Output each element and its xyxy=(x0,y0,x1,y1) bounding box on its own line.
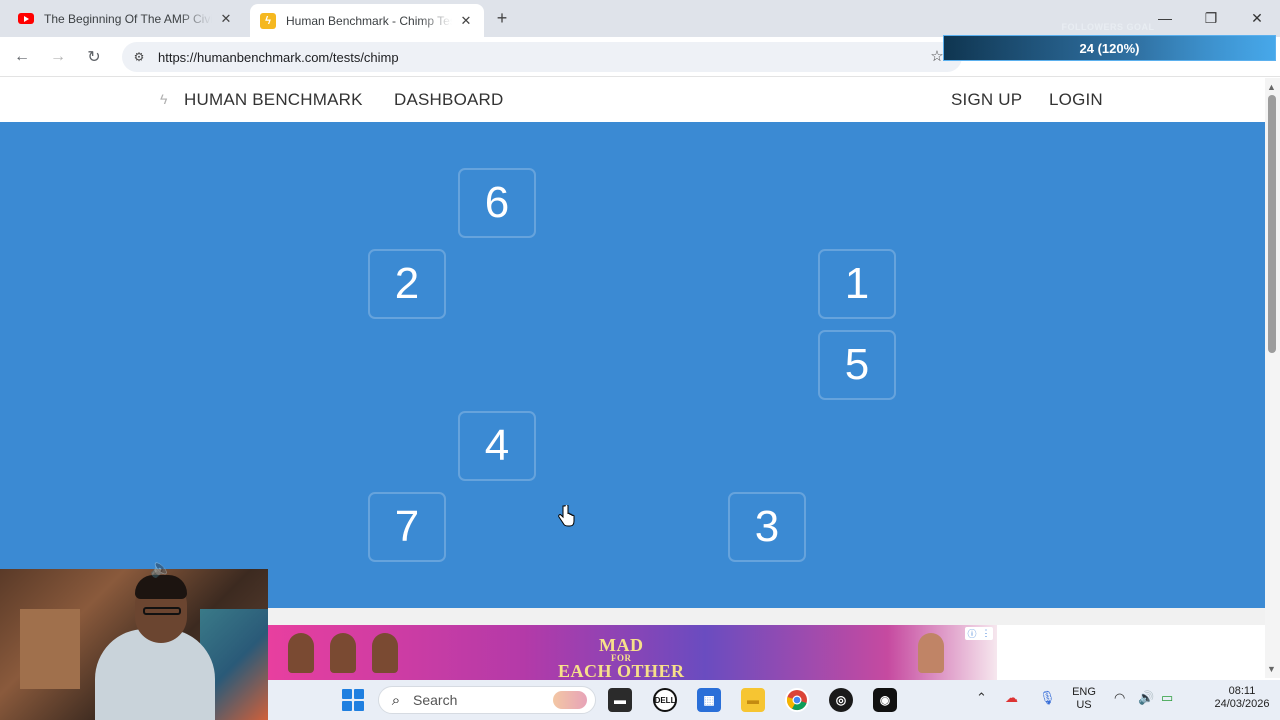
streamer-glasses xyxy=(143,607,181,615)
chrome-icon[interactable] xyxy=(785,688,809,712)
ad-menu-icon[interactable]: ⋮ xyxy=(981,628,990,639)
number-cell[interactable]: 4 xyxy=(458,411,536,481)
site-info-icon[interactable]: ⚙ xyxy=(124,42,154,72)
number-cell[interactable]: 5 xyxy=(818,330,896,400)
taskbar-search[interactable]: ⌕ Search xyxy=(378,686,596,714)
obs-icon[interactable]: ◎ xyxy=(829,688,853,712)
search-highlight-image xyxy=(553,691,587,709)
login-link[interactable]: LOGIN xyxy=(1049,90,1103,110)
battery-icon[interactable]: ▭ xyxy=(1161,690,1173,706)
onedrive-icon[interactable]: ☁ xyxy=(1005,690,1018,706)
clock-time: 08:11 xyxy=(1228,685,1256,697)
url-text[interactable]: https://humanbenchmark.com/tests/chimp xyxy=(158,50,399,65)
ad-person-image xyxy=(372,633,398,673)
number-cell[interactable]: 2 xyxy=(368,249,446,319)
new-tab-button[interactable]: + xyxy=(492,8,512,28)
app-icon[interactable]: ▬ xyxy=(608,688,632,712)
language-code: ENG xyxy=(1072,686,1096,698)
goal-value: 24 (120%) xyxy=(1079,40,1140,56)
site-header: ϟ HUMAN BENCHMARK DASHBOARD SIGN UP LOGI… xyxy=(0,78,1265,122)
clock-date: 24/03/2026 xyxy=(1214,698,1270,710)
webcam-app-icon[interactable]: ◉ xyxy=(873,688,897,712)
address-bar[interactable]: ⚙ https://humanbenchmark.com/tests/chimp xyxy=(122,42,962,72)
browser-tab-human-benchmark[interactable]: ϟ Human Benchmark - Chimp Tes ✕ xyxy=(250,4,484,37)
store-icon[interactable]: ▦ xyxy=(697,688,721,712)
close-tab-icon[interactable]: ✕ xyxy=(218,11,234,27)
webcam-overlay xyxy=(0,569,268,720)
clock[interactable]: 08:11 24/03/2026 xyxy=(1208,685,1276,711)
language-indicator[interactable]: ENG US xyxy=(1068,686,1100,712)
keyboard-layout: US xyxy=(1076,699,1092,711)
ad-banner[interactable]: MAD FOR EACH OTHER ⓘ ⋮ xyxy=(268,625,997,680)
ad-choices[interactable]: ⓘ ⋮ xyxy=(965,627,993,640)
file-explorer-icon[interactable]: ▬ xyxy=(741,688,765,712)
lightning-icon: ϟ xyxy=(160,91,168,107)
webcam-background-shelf xyxy=(20,609,80,689)
ad-person-image xyxy=(288,633,314,673)
number-cell[interactable]: 3 xyxy=(728,492,806,562)
speaker-icon: 🔈 xyxy=(150,558,173,578)
sign-up-link[interactable]: SIGN UP xyxy=(951,90,1022,110)
chrome-logo xyxy=(786,690,807,711)
number-cell[interactable]: 1 xyxy=(818,249,896,319)
scroll-down-icon[interactable]: ▼ xyxy=(1267,664,1276,674)
ad-headline-line: MAD xyxy=(599,635,644,655)
ad-headline: MAD FOR EACH OTHER xyxy=(558,635,685,680)
reload-icon[interactable]: ↻ xyxy=(82,45,106,69)
ad-person-image xyxy=(330,633,356,673)
forward-icon[interactable]: → xyxy=(46,45,70,69)
goal-title: FOLLOWERS GOAL xyxy=(1061,22,1155,32)
youtube-icon xyxy=(18,13,34,24)
scrollbar-thumb[interactable] xyxy=(1268,95,1276,353)
lightning-icon: ϟ xyxy=(260,12,276,29)
tab-title: Human Benchmark - Chimp Tes xyxy=(286,13,452,28)
scroll-up-icon[interactable]: ▲ xyxy=(1267,82,1276,92)
show-hidden-icons[interactable]: ⌃ xyxy=(976,690,987,706)
number-cell[interactable]: 7 xyxy=(368,492,446,562)
hand-cursor-icon xyxy=(558,505,575,527)
chimp-test-board: 6 2 1 5 4 7 3 xyxy=(0,122,1265,608)
goal-progress-bar: 24 (120%) xyxy=(943,35,1276,61)
windows-start-icon[interactable] xyxy=(342,689,364,711)
dashboard-link[interactable]: DASHBOARD xyxy=(394,90,504,110)
windows-taskbar: ⌕ Search ▬ DELL ▦ ▬ ◎ ◉ ⌃ ☁ 🎙 ENG US ◠ 🔊… xyxy=(268,680,1280,720)
number-cell[interactable]: 6 xyxy=(458,168,536,238)
ad-info-icon[interactable]: ⓘ xyxy=(967,627,976,640)
ad-person-image xyxy=(918,633,944,673)
close-tab-icon[interactable]: ✕ xyxy=(458,13,474,29)
volume-icon[interactable]: 🔊 xyxy=(1138,690,1154,706)
taskbar-search-placeholder: Search xyxy=(413,692,458,708)
streamer-body xyxy=(95,629,215,720)
followers-goal-overlay: FOLLOWERS GOAL 24 (120%) xyxy=(943,20,1278,64)
search-icon: ⌕ xyxy=(391,691,401,709)
ad-headline-line: EACH OTHER xyxy=(558,661,685,680)
microphone-icon[interactable]: 🎙 xyxy=(1039,690,1056,706)
page-footer-gap xyxy=(268,608,1265,625)
brand-link[interactable]: HUMAN BENCHMARK xyxy=(184,90,363,110)
browser-tab-youtube[interactable]: The Beginning Of The AMP Civi ✕ xyxy=(8,4,244,33)
wifi-icon[interactable]: ◠ xyxy=(1114,690,1125,706)
tab-title: The Beginning Of The AMP Civi xyxy=(44,11,212,26)
dell-icon[interactable]: DELL xyxy=(653,688,677,712)
back-icon[interactable]: ← xyxy=(10,45,34,69)
